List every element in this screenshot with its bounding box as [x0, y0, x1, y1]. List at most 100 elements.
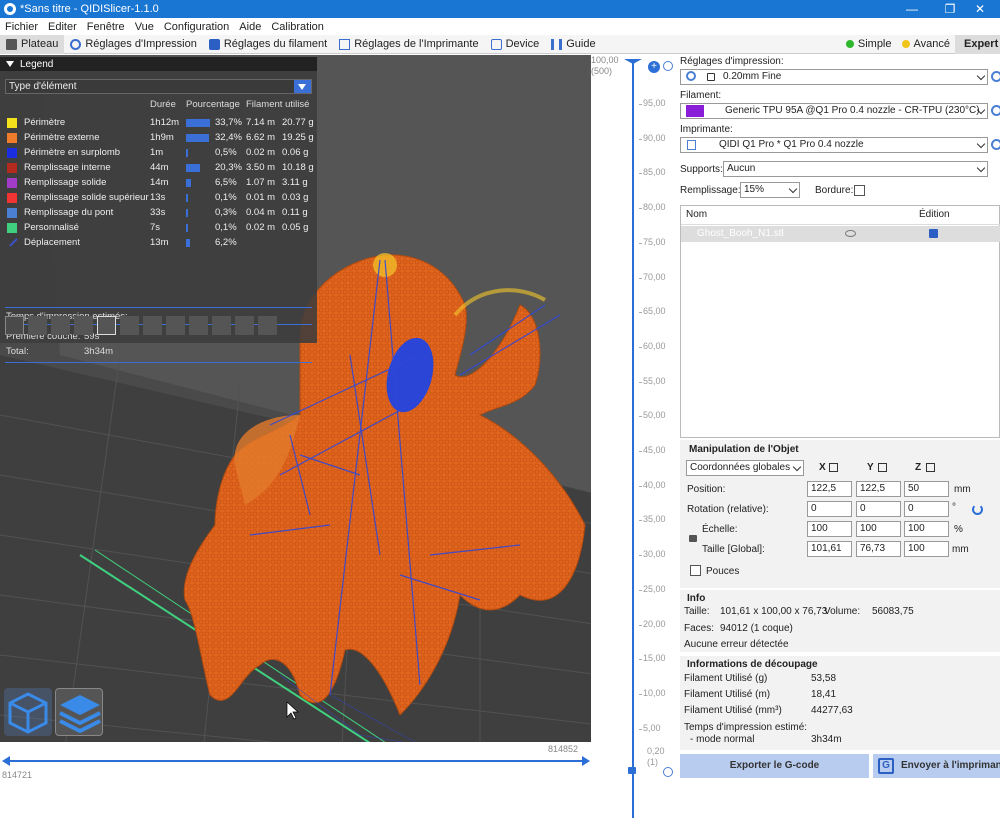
rotation-x-input[interactable]: 0: [807, 501, 852, 517]
filament-profile-select[interactable]: Generic TPU 95A @Q1 Pro 0.4 nozzle - CR-…: [680, 103, 988, 119]
eye-icon[interactable]: [845, 230, 856, 237]
gear-icon[interactable]: [991, 105, 1000, 116]
cog-icon[interactable]: [663, 61, 673, 71]
legend-row[interactable]: Remplissage solide supérieur 13s 0,1% 0.01 …: [0, 191, 317, 205]
drop-to-bed-icon[interactable]: [829, 463, 838, 472]
mode-advanced[interactable]: Avancé: [897, 35, 956, 54]
legend-row[interactable]: Déplacement 13m 6,2%: [0, 235, 317, 250]
menu-window[interactable]: Fenêtre: [82, 21, 130, 33]
menu-configuration[interactable]: Configuration: [159, 21, 234, 33]
cog-icon[interactable]: [663, 767, 673, 777]
object-row[interactable]: Ghost_Booh_N1.stl: [681, 226, 1000, 242]
tool-changes-icon[interactable]: [120, 316, 139, 335]
rotation-z-input[interactable]: 0: [904, 501, 949, 517]
legend-row[interactable]: Périmètre externe 1h9m 32,4% 6.62 m 19.25 g: [0, 131, 317, 145]
collapse-triangle-icon[interactable]: [6, 61, 14, 67]
lock-icon[interactable]: [628, 767, 636, 774]
legend-row[interactable]: Personnalisé 7s 0,1% 0.02 m 0.05 g: [0, 221, 317, 235]
export-gcode-button[interactable]: Exporter le G-code: [680, 754, 869, 778]
tab-plateau[interactable]: Plateau: [0, 34, 65, 54]
legend-item-percent: 20,3%: [215, 162, 242, 173]
custom-gcodes-icon[interactable]: [189, 316, 208, 335]
legend-row[interactable]: Remplissage du pont 33s 0,3% 0.04 m 0.11 g: [0, 206, 317, 220]
legend-color-swatch: [6, 235, 18, 247]
legend-percent-bar: [186, 164, 200, 172]
coordinates-select[interactable]: Coordonnées globales: [686, 460, 804, 476]
reset-rotation-icon[interactable]: [972, 504, 983, 515]
legend-divider: [5, 307, 312, 308]
3d-view-icon[interactable]: [4, 688, 52, 736]
size-x-input[interactable]: 101,61: [807, 541, 852, 557]
scale-y-input[interactable]: 100: [856, 521, 901, 537]
legend-row[interactable]: Périmètre en surplomb 1m 0,5% 0.02 m 0.06 g: [0, 146, 317, 160]
vertical-layer-slider[interactable]: 100,00 (500) + 95,00 90,00 85,00 80,00 75,00 7…: [591, 55, 673, 818]
scale-x-input[interactable]: 100: [807, 521, 852, 537]
tab-print-settings[interactable]: Réglages d'Impression: [64, 35, 203, 54]
tool-marker-icon[interactable]: [258, 316, 277, 335]
mode-expert[interactable]: Expert: [955, 34, 1000, 54]
minimize-icon[interactable]: —: [892, 0, 932, 18]
legend-row[interactable]: Remplissage solide 14m 6,5% 1.07 m 3.11 g: [0, 176, 317, 190]
view-type-select[interactable]: Type d'élément: [5, 79, 312, 94]
position-x-input[interactable]: 122,5: [807, 481, 852, 497]
printer-profile-select[interactable]: QIDI Q1 Pro * Q1 Pro 0.4 nozzle: [680, 137, 988, 153]
legend-row[interactable]: Périmètre 1h12m 33,7% 7.14 m 20.77 g: [0, 116, 317, 130]
close-icon[interactable]: ✕: [960, 0, 1000, 18]
menu-edit[interactable]: Editer: [43, 21, 82, 33]
scale-z-input[interactable]: 100: [904, 521, 949, 537]
rotation-y-input[interactable]: 0: [856, 501, 901, 517]
rotation-label: Rotation (relative):: [687, 504, 769, 515]
color-changes-icon[interactable]: [143, 316, 162, 335]
layer-slider-track[interactable]: [632, 63, 634, 818]
position-z-input[interactable]: 50: [904, 481, 949, 497]
drop-to-bed-icon[interactable]: [878, 463, 887, 472]
dropdown-arrow-icon[interactable]: [294, 80, 311, 93]
slider-left-handle-icon[interactable]: [2, 756, 10, 766]
center-of-gravity-icon[interactable]: [212, 316, 231, 335]
send-to-printer-button[interactable]: G Envoyer à l'imprimante: [873, 754, 1000, 778]
faces-value: 94012 (1 coque): [720, 623, 793, 634]
horizontal-move-slider[interactable]: 814852 814721: [0, 742, 600, 782]
position-y-input[interactable]: 122,5: [856, 481, 901, 497]
menu-file[interactable]: Fichier: [0, 21, 43, 33]
layer-upper-handle-icon[interactable]: [624, 59, 642, 69]
supports-select[interactable]: Aucun: [723, 161, 988, 177]
legend-header[interactable]: Legend: [0, 57, 317, 71]
menu-help[interactable]: Aide: [234, 21, 266, 33]
drop-to-bed-icon[interactable]: [926, 463, 935, 472]
size-z-input[interactable]: 100: [904, 541, 949, 557]
edit-icon[interactable]: [929, 229, 938, 238]
tab-guide[interactable]: Guide: [545, 35, 601, 54]
slider-track[interactable]: [10, 760, 585, 762]
lock-icon[interactable]: [689, 535, 697, 542]
retractions-icon[interactable]: [51, 316, 70, 335]
shells-icon[interactable]: [235, 316, 254, 335]
brim-checkbox[interactable]: [854, 185, 865, 196]
menu-view[interactable]: Vue: [130, 21, 159, 33]
gcode-legend[interactable]: Legend Type d'élément Durée Pourcentage …: [0, 57, 317, 363]
gear-icon[interactable]: [991, 139, 1000, 150]
tab-filament-settings[interactable]: Réglages du filament: [203, 35, 333, 54]
inches-checkbox[interactable]: [690, 565, 701, 576]
seams-icon[interactable]: [97, 316, 116, 335]
object-list[interactable]: Nom Édition Ghost_Booh_N1.stl: [680, 205, 1000, 438]
print-profile-select[interactable]: 0.20mm Fine: [680, 69, 988, 85]
size-y-input[interactable]: 76,73: [856, 541, 901, 557]
gear-icon[interactable]: [991, 71, 1000, 82]
mode-simple[interactable]: Simple: [841, 35, 897, 54]
wipe-toggle-icon[interactable]: [28, 316, 47, 335]
menu-calibration[interactable]: Calibration: [266, 21, 329, 33]
tab-printer-settings[interactable]: Réglages de l'Imprimante: [333, 35, 484, 54]
infill-select[interactable]: 15%: [740, 182, 800, 198]
filament-volume-value: 44277,63: [811, 705, 853, 716]
tab-device[interactable]: Device: [485, 35, 546, 54]
pause-prints-icon[interactable]: [166, 316, 185, 335]
add-color-change-icon[interactable]: +: [648, 61, 660, 73]
travel-toggle-icon[interactable]: [5, 316, 24, 335]
deretractions-icon[interactable]: [74, 316, 93, 335]
filament-color-swatch[interactable]: [686, 105, 704, 117]
legend-row[interactable]: Remplissage interne 44m 20,3% 3.50 m 10.18 g: [0, 161, 317, 175]
layer-tick-mark: [639, 138, 642, 140]
slider-right-handle-icon[interactable]: [582, 756, 590, 766]
preview-layers-icon[interactable]: [55, 688, 103, 736]
